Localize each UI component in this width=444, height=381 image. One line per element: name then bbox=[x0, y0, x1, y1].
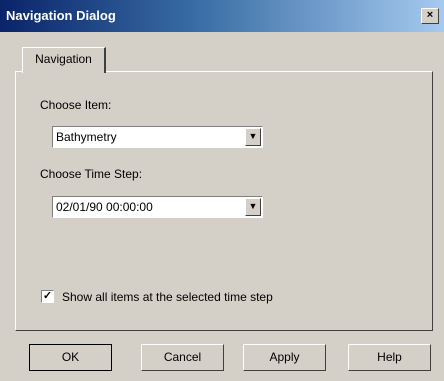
window-title: Navigation Dialog bbox=[6, 8, 116, 23]
chevron-down-icon: ▼ bbox=[248, 201, 258, 211]
item-dropdown-button[interactable]: ▼ bbox=[245, 128, 261, 146]
navigation-dialog: Navigation Dialog × Navigation Choose It… bbox=[0, 0, 444, 381]
close-button[interactable]: × bbox=[421, 8, 439, 24]
item-select[interactable]: Bathymetry ▼ bbox=[52, 126, 263, 148]
time-step-select-value: 02/01/90 00:00:00 bbox=[56, 200, 153, 214]
close-icon: × bbox=[426, 9, 434, 21]
item-select-value: Bathymetry bbox=[56, 130, 117, 144]
show-all-checkbox[interactable]: ✓ bbox=[41, 290, 54, 303]
checkmark-icon: ✓ bbox=[42, 290, 53, 302]
cancel-button[interactable]: Cancel bbox=[141, 344, 224, 371]
choose-item-label: Choose Item: bbox=[40, 98, 112, 112]
apply-button[interactable]: Apply bbox=[243, 344, 326, 371]
choose-time-step-label: Choose Time Step: bbox=[40, 167, 143, 181]
show-all-label: Show all items at the selected time step bbox=[62, 290, 273, 304]
title-bar[interactable]: Navigation Dialog × bbox=[0, 0, 444, 32]
time-step-dropdown-button[interactable]: ▼ bbox=[245, 198, 261, 216]
ok-button[interactable]: OK bbox=[29, 344, 112, 371]
chevron-down-icon: ▼ bbox=[248, 131, 258, 141]
time-step-select[interactable]: 02/01/90 00:00:00 ▼ bbox=[52, 196, 263, 218]
help-button[interactable]: Help bbox=[348, 344, 431, 371]
tab-navigation[interactable]: Navigation bbox=[22, 47, 106, 73]
